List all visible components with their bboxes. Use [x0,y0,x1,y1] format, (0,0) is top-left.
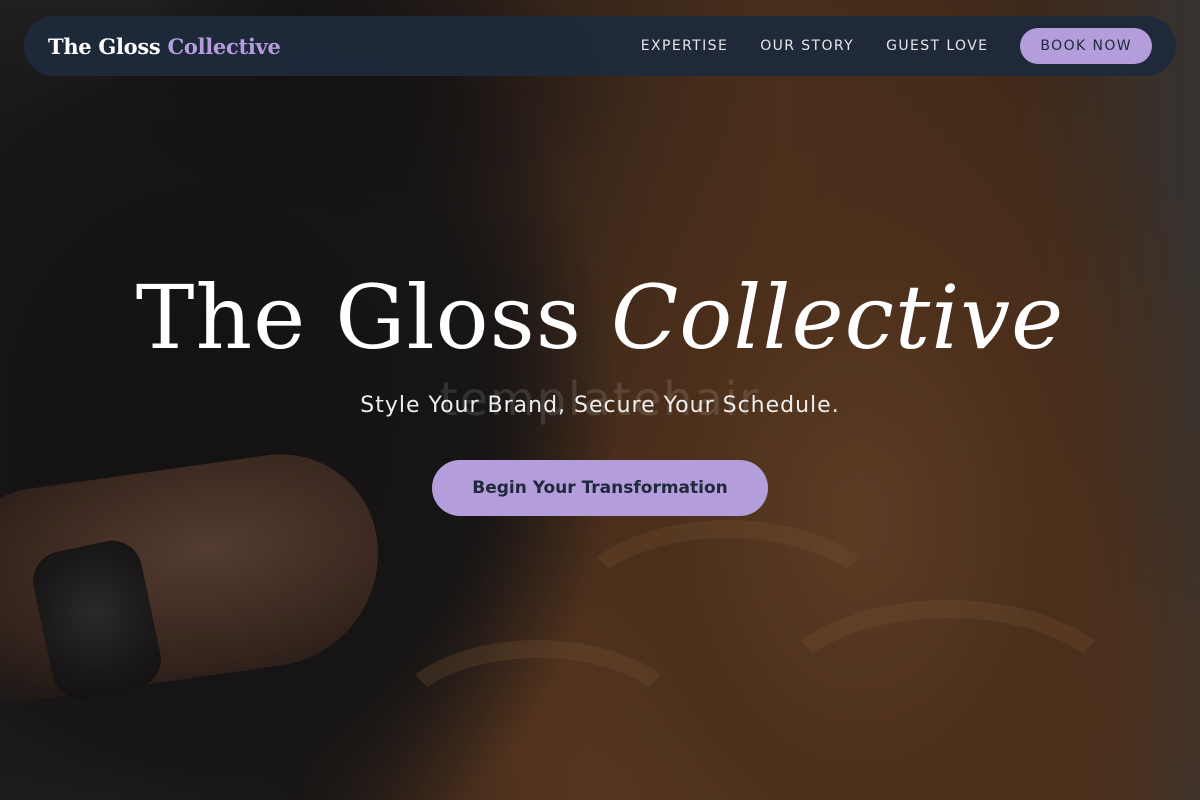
hero-section: The Gloss Collective EXPERTISE OUR STORY… [0,0,1200,800]
book-now-button[interactable]: BOOK NOW [1020,28,1152,64]
nav-links: EXPERTISE OUR STORY GUEST LOVE BOOK NOW [609,28,1152,64]
brand-name-accent: Collective [167,33,281,59]
hero-content: The Gloss Collective Style Your Brand, S… [0,269,1200,516]
begin-transformation-button[interactable]: Begin Your Transformation [432,459,768,516]
hero-title-plain: The Gloss [135,266,611,369]
nav-link-guest-love[interactable]: GUEST LOVE [886,38,988,54]
hero-title: The Gloss Collective [0,269,1200,367]
hero-title-italic: Collective [610,266,1065,369]
nav-link-our-story[interactable]: OUR STORY [760,38,854,54]
hero-subtitle: Style Your Brand, Secure Your Schedule. [360,392,840,418]
top-navigation: The Gloss Collective EXPERTISE OUR STORY… [24,16,1176,76]
brand-logo[interactable]: The Gloss Collective [48,34,281,59]
brand-name-plain: The Gloss [48,33,168,59]
nav-link-expertise[interactable]: EXPERTISE [641,38,728,54]
